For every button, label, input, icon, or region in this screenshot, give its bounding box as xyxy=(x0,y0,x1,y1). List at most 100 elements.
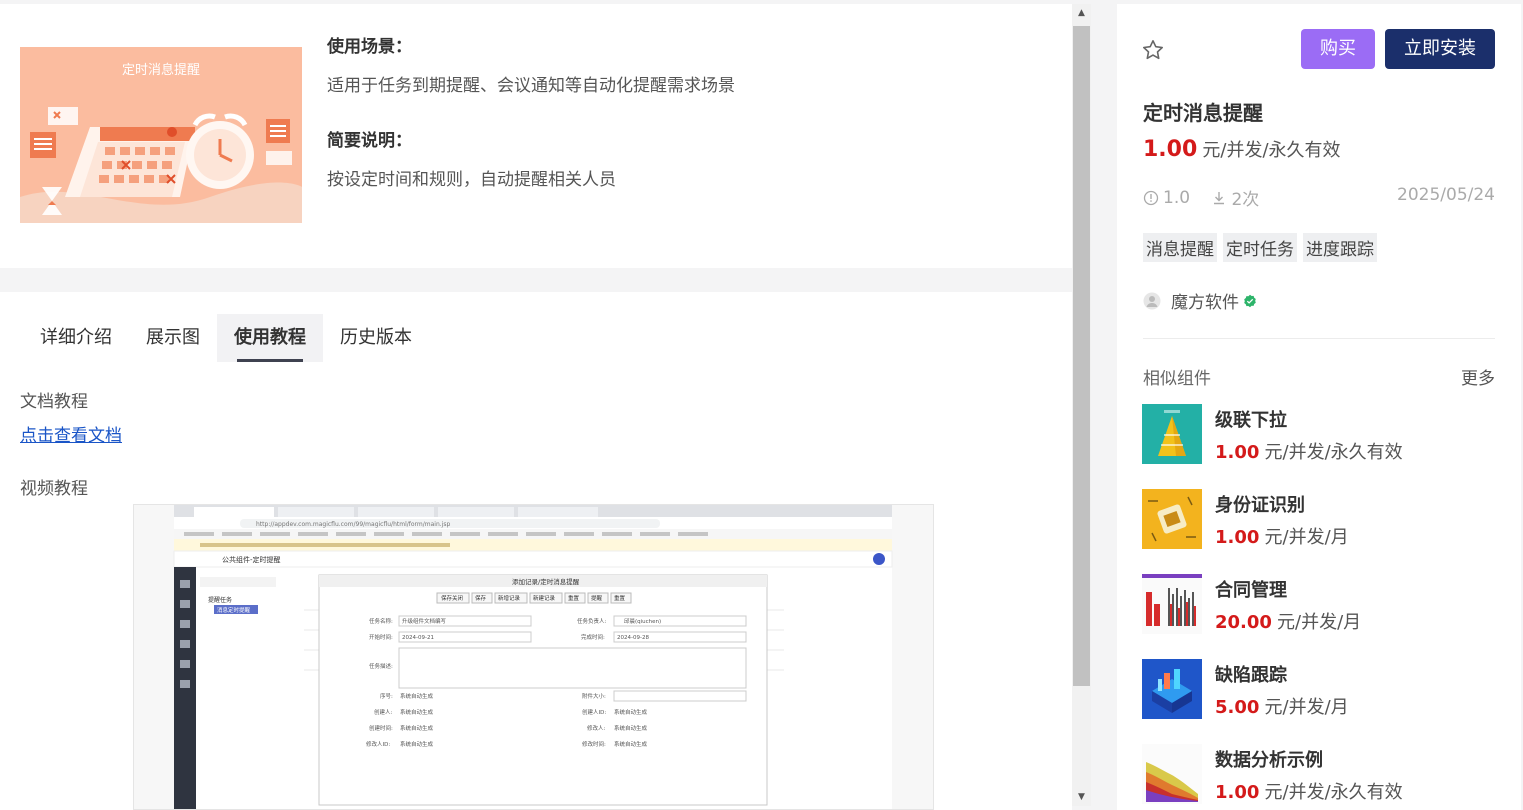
similar-price: 1.00 元/并发/月 xyxy=(1215,523,1349,549)
similar-thumbnail xyxy=(1142,659,1202,719)
video-toolbar-6: 重置 xyxy=(614,594,626,602)
product-meta: 1.0 2次 2025/05/24 xyxy=(1143,185,1495,211)
summary-text: 按设定时间和规则，自动提醒相关人员 xyxy=(327,170,616,190)
downloads-meta: 2次 xyxy=(1211,185,1259,210)
tag[interactable]: 定时任务 xyxy=(1223,233,1297,262)
video-frame: http://appdev.com.magicflu.com/99/magicf… xyxy=(173,505,893,809)
video-field-value-7: 系统自动生成 xyxy=(400,708,434,716)
tab-tutorial[interactable]: 使用教程 xyxy=(217,314,323,362)
video-field-label-11: 修改人ID: xyxy=(366,740,390,748)
tag[interactable]: 进度跟踪 xyxy=(1303,233,1377,262)
similar-price-unit: 元/并发/月 xyxy=(1277,612,1362,633)
video-field-value-8: 系统自动生成 xyxy=(614,708,648,716)
similar-price: 5.00 元/并发/月 xyxy=(1215,693,1349,719)
tab-detail[interactable]: 详细介绍 xyxy=(23,314,129,362)
similar-name: 数据分析示例 xyxy=(1215,750,1323,771)
video-toolbar-5: 提醒 xyxy=(591,594,603,602)
install-button[interactable]: 立即安装 xyxy=(1385,29,1495,69)
favorite-star-icon[interactable] xyxy=(1141,38,1165,62)
similar-more-link[interactable]: 更多 xyxy=(1461,364,1495,389)
author-row[interactable]: 魔方软件 xyxy=(1143,288,1257,313)
similar-thumbnail xyxy=(1142,404,1202,464)
tabs-card: 详细介绍 展示图 使用教程 历史版本 文档教程 点击查看文档 视频教程 http… xyxy=(0,292,1072,810)
video-dialog-title: 添加记录/定时消息提醒 xyxy=(512,577,580,586)
video-field-label-10: 修改人: xyxy=(587,724,606,732)
similar-name: 身份证识别 xyxy=(1215,495,1305,516)
video-field-label-6: 附件大小: xyxy=(582,692,606,700)
cover-title: 定时消息提醒 xyxy=(121,63,200,78)
video-tree-child: 消息定时提醒 xyxy=(217,606,251,614)
similar-price: 1.00 元/并发/永久有效 xyxy=(1215,778,1403,804)
video-field-value-2: 2024-09-21 xyxy=(402,635,434,641)
intro-card: 定时消息提醒 使用场景： 适用于任务到期提醒、会议通知等自动化提醒需求场景 简要… xyxy=(0,4,1072,268)
similar-name: 合同管理 xyxy=(1215,580,1287,601)
idcard-thumbnail-icon xyxy=(1142,489,1202,549)
tab-screenshots[interactable]: 展示图 xyxy=(129,314,217,362)
similar-price-value: 1.00 xyxy=(1215,442,1260,463)
barchart-thumbnail-icon xyxy=(1142,574,1202,634)
info-icon xyxy=(1143,190,1159,205)
scroll-up-arrow-icon[interactable]: ▲ xyxy=(1072,6,1091,20)
main-scrollbar[interactable]: ▲ ▼ xyxy=(1072,4,1091,806)
similar-price: 20.00 元/并发/月 xyxy=(1215,608,1361,634)
similar-item-defect[interactable]: 缺陷跟踪 5.00 元/并发/月 xyxy=(1142,659,1502,721)
video-field-label-9: 创建时间: xyxy=(369,724,393,732)
product-description: 使用场景： 适用于任务到期提醒、会议通知等自动化提醒需求场景 简要说明： 按设定… xyxy=(327,32,735,190)
divider xyxy=(1143,338,1495,339)
video-field-value-3: 2024-09-28 xyxy=(617,635,649,641)
video-field-label-12: 修改时间: xyxy=(582,740,606,748)
similar-price-value: 20.00 xyxy=(1215,612,1272,633)
video-field-label-2: 开始时间: xyxy=(369,633,393,641)
product-price: 1.00 元/并发/永久有效 xyxy=(1143,136,1341,162)
similar-heading: 相似组件 xyxy=(1143,369,1211,389)
similar-price-value: 1.00 xyxy=(1215,782,1260,803)
video-app-title: 公共组件-定时提醒 xyxy=(222,555,281,564)
author-avatar-icon xyxy=(1143,292,1161,309)
similar-item-idcard[interactable]: 身份证识别 1.00 元/并发/月 xyxy=(1142,489,1502,551)
tab-bar: 详细介绍 展示图 使用教程 历史版本 xyxy=(23,314,429,362)
video-field-label-0: 任务名称: xyxy=(369,617,393,625)
video-toolbar-3: 新建记录 xyxy=(533,594,556,602)
video-field-label-7: 创建人: xyxy=(374,708,393,716)
main-content: 定时消息提醒 使用场景： 适用于任务到期提醒、会议通知等自动化提醒需求场景 简要… xyxy=(0,0,1072,810)
similar-price-unit: 元/并发/永久有效 xyxy=(1264,782,1403,803)
similar-item-cascade[interactable]: 级联下拉 1.00 元/并发/永久有效 xyxy=(1142,404,1502,466)
video-toolbar-0: 保存关闭 xyxy=(441,594,463,602)
product-sidebar: 购买 立即安装 定时消息提醒 1.00 元/并发/永久有效 1.0 2次 202… xyxy=(1117,4,1521,810)
video-field-value-9: 系统自动生成 xyxy=(400,724,434,732)
video-field-value-5: 系统自动生成 xyxy=(400,692,434,700)
similar-item-contract[interactable]: 合同管理 20.00 元/并发/月 xyxy=(1142,574,1502,636)
version-text: 1.0 xyxy=(1163,187,1191,208)
similar-thumbnail xyxy=(1142,489,1202,549)
buy-button[interactable]: 购买 xyxy=(1301,29,1375,69)
video-url: http://appdev.com.magicflu.com/99/magicf… xyxy=(256,521,450,528)
tag-list: 消息提醒 定时任务 进度跟踪 xyxy=(1143,233,1377,262)
video-toolbar-1: 保存 xyxy=(475,594,487,602)
similar-price-unit: 元/并发/月 xyxy=(1264,527,1349,548)
video-toolbar-4: 重置 xyxy=(568,594,580,602)
similar-name: 缺陷跟踪 xyxy=(1215,665,1287,686)
similar-thumbnail xyxy=(1142,574,1202,634)
version-meta: 1.0 xyxy=(1143,188,1190,208)
pyramid-thumbnail-icon xyxy=(1142,404,1202,464)
similar-price: 1.00 元/并发/永久有效 xyxy=(1215,438,1403,464)
downloads-text: 2次 xyxy=(1231,190,1260,210)
tutorial-video[interactable]: http://appdev.com.magicflu.com/99/magicf… xyxy=(133,504,934,810)
scroll-down-arrow-icon[interactable]: ▼ xyxy=(1072,790,1091,804)
video-field-label-8: 创建人ID: xyxy=(582,708,606,716)
similar-price-unit: 元/并发/永久有效 xyxy=(1264,442,1403,463)
tag[interactable]: 消息提醒 xyxy=(1143,233,1217,262)
product-title: 定时消息提醒 xyxy=(1143,101,1263,125)
video-tree-root: 提醒任务 xyxy=(208,596,232,604)
similar-price-unit: 元/并发/月 xyxy=(1264,697,1349,718)
author-name: 魔方软件 xyxy=(1171,293,1239,313)
video-field-label-5: 序号: xyxy=(380,692,393,700)
view-doc-link[interactable]: 点击查看文档 xyxy=(20,421,122,446)
video-field-value-1: 邱晨(qiuchen) xyxy=(624,617,661,625)
scroll-thumb[interactable] xyxy=(1073,26,1090,686)
similar-item-data-analysis[interactable]: 数据分析示例 1.00 元/并发/永久有效 xyxy=(1142,744,1502,806)
video-toolbar-2: 新增记录 xyxy=(498,594,521,602)
tab-history[interactable]: 历史版本 xyxy=(323,314,429,362)
price-value: 1.00 xyxy=(1143,137,1198,162)
publish-date: 2025/05/24 xyxy=(1397,185,1495,205)
